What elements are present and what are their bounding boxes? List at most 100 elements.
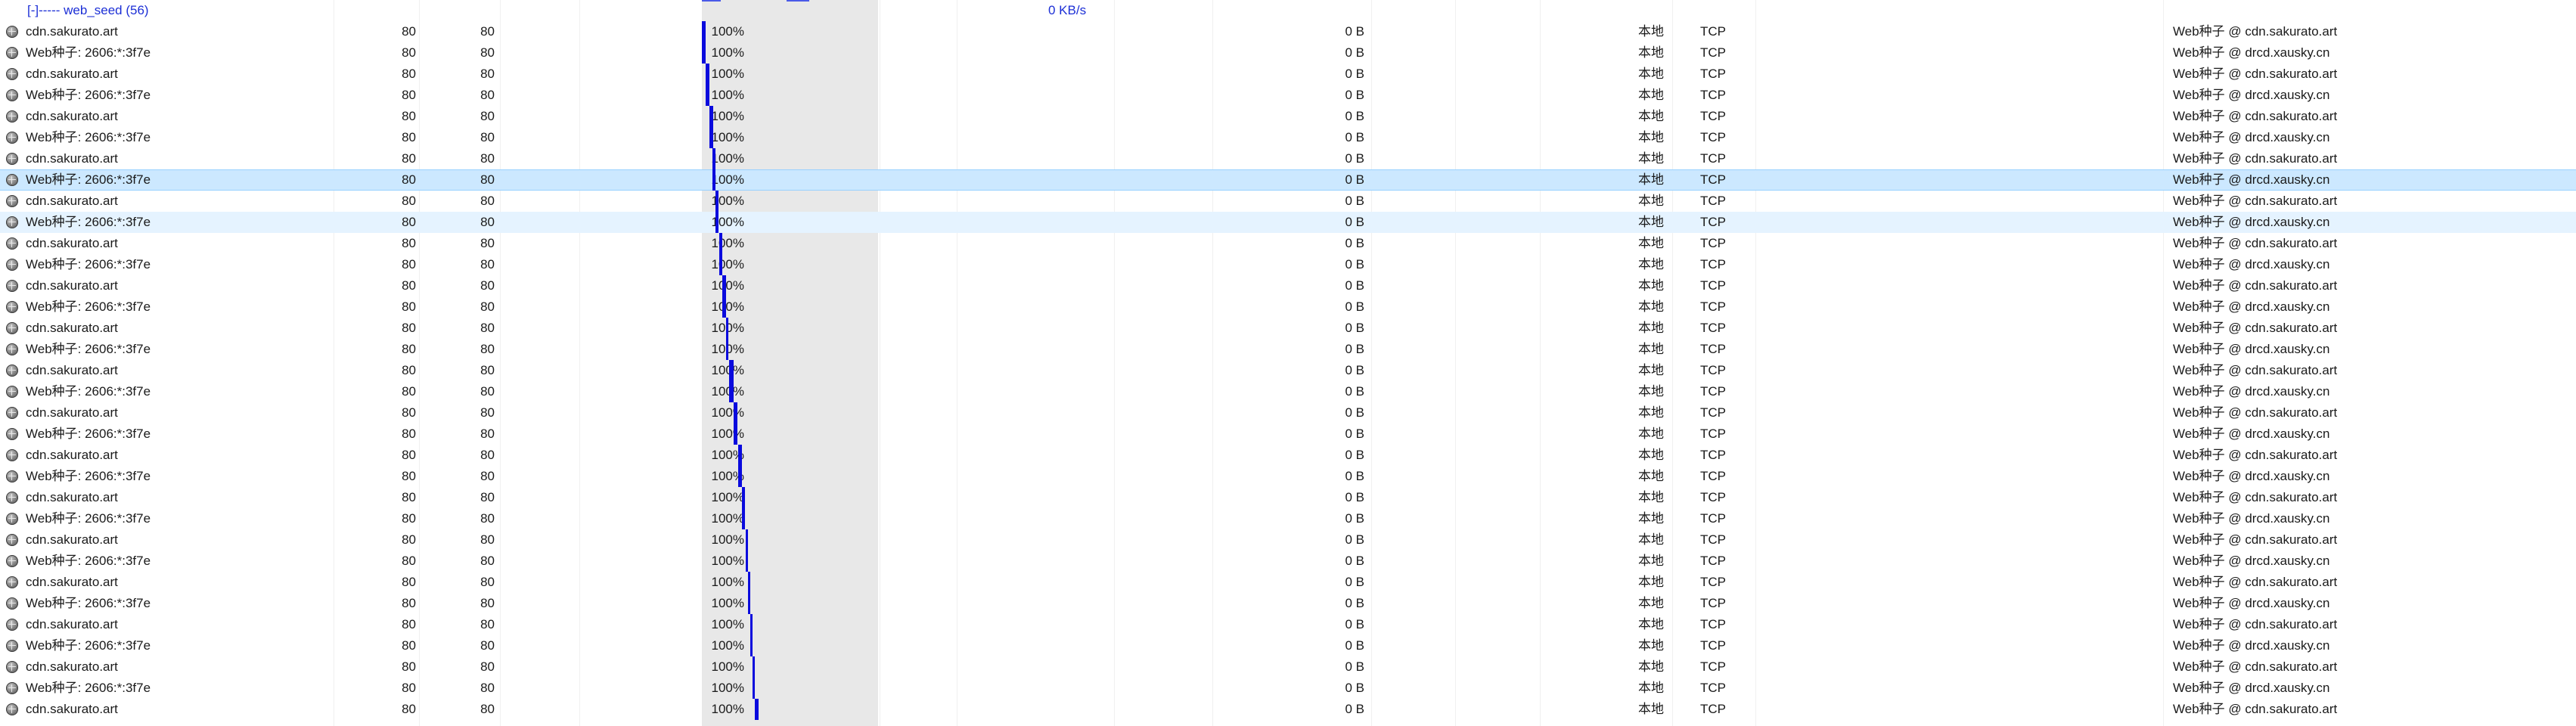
peer-downloaded: 0 B <box>1345 215 1364 229</box>
piece-availability-bar <box>729 381 734 402</box>
peer-row[interactable]: Web种子: 2606:*:3f7e8080100%0 B本地TCPWeb种子 … <box>0 296 2576 318</box>
peer-address: cdn.sakurato.art <box>26 490 118 504</box>
peer-row[interactable]: Web种子: 2606:*:3f7e8080100%0 B本地TCPWeb种子 … <box>0 127 2576 148</box>
peer-address: cdn.sakurato.art <box>26 617 118 631</box>
peer-protocol: TCP <box>1700 299 1726 314</box>
peer-row[interactable]: cdn.sakurato.art8080100%0 B本地TCPWeb种子 @ … <box>0 699 2576 720</box>
peer-progress: 100% <box>711 363 744 377</box>
peer-row[interactable]: cdn.sakurato.art8080100%0 B本地TCPWeb种子 @ … <box>0 318 2576 339</box>
peer-source: 本地 <box>1638 511 1664 526</box>
piece-availability-bar <box>753 678 755 699</box>
group-title[interactable]: [-]----- web_seed (56) <box>27 3 149 18</box>
peer-row[interactable]: Web种子: 2606:*:3f7e8080100%0 B本地TCPWeb种子 … <box>0 381 2576 402</box>
peer-progress: 100% <box>711 257 744 271</box>
peer-row[interactable]: cdn.sakurato.art8080100%0 B本地TCPWeb种子 @ … <box>0 191 2576 212</box>
peer-row[interactable]: Web种子: 2606:*:3f7e8080100%0 B本地TCPWeb种子 … <box>0 466 2576 487</box>
peer-row[interactable]: cdn.sakurato.art8080100%0 B本地TCPWeb种子 @ … <box>0 148 2576 169</box>
peer-row[interactable]: cdn.sakurato.art8080100%0 B本地TCPWeb种子 @ … <box>0 233 2576 254</box>
peer-row[interactable]: Web种子: 2606:*:3f7e8080100%0 B本地TCPWeb种子 … <box>0 339 2576 360</box>
globe-icon <box>6 301 18 313</box>
globe-icon <box>6 343 18 355</box>
peer-row[interactable]: Web种子: 2606:*:3f7e8080100%0 B本地TCPWeb种子 … <box>0 635 2576 656</box>
piece-availability-bar <box>741 508 746 529</box>
peer-client: Web种子 @ cdn.sakurato.art <box>2173 194 2338 208</box>
peer-port: 80 <box>402 257 416 271</box>
group-header-web-seed[interactable]: [-]----- web_seed (56) 0 KB/s <box>0 0 2576 21</box>
peer-source: 本地 <box>1638 194 1664 208</box>
peer-row[interactable]: cdn.sakurato.art8080100%0 B本地TCPWeb种子 @ … <box>0 21 2576 42</box>
peer-client: Web种子 @ cdn.sakurato.art <box>2173 236 2338 250</box>
peer-source: 本地 <box>1638 490 1664 504</box>
peer-row[interactable]: cdn.sakurato.art8080100%0 B本地TCPWeb种子 @ … <box>0 64 2576 85</box>
peer-local-port: 80 <box>480 702 495 716</box>
peer-local-port: 80 <box>480 194 495 208</box>
peer-address: cdn.sakurato.art <box>26 659 118 674</box>
peer-source: 本地 <box>1638 278 1664 293</box>
peer-local-port: 80 <box>480 427 495 441</box>
group-speed: 0 KB/s <box>1048 3 1087 17</box>
peer-progress: 100% <box>711 109 744 123</box>
peer-client: Web种子 @ drcd.xausky.cn <box>2173 172 2330 187</box>
peer-protocol: TCP <box>1700 427 1726 441</box>
peer-client: Web种子 @ cdn.sakurato.art <box>2173 532 2338 547</box>
peer-row[interactable]: cdn.sakurato.art8080100%0 B本地TCPWeb种子 @ … <box>0 656 2576 678</box>
peer-downloaded: 0 B <box>1345 469 1364 483</box>
piece-availability-bar <box>753 656 755 678</box>
peer-row[interactable]: Web种子: 2606:*:3f7e8080100%0 B本地TCPWeb种子 … <box>0 254 2576 275</box>
peer-downloaded: 0 B <box>1345 363 1364 377</box>
peer-row[interactable]: Web种子: 2606:*:3f7e8080100%0 B本地TCPWeb种子 … <box>0 678 2576 699</box>
globe-icon <box>6 89 18 101</box>
peer-source: 本地 <box>1638 596 1664 610</box>
peer-row[interactable]: Web种子: 2606:*:3f7e8080100%0 B本地TCPWeb种子 … <box>0 42 2576 64</box>
peer-row[interactable]: cdn.sakurato.art8080100%0 B本地TCPWeb种子 @ … <box>0 360 2576 381</box>
peer-row[interactable]: Web种子: 2606:*:3f7e8080100%0 B本地TCPWeb种子 … <box>0 85 2576 106</box>
globe-icon <box>6 470 18 482</box>
peer-downloaded: 0 B <box>1345 617 1364 631</box>
peer-row[interactable]: Web种子: 2606:*:3f7e8080100%0 B本地TCPWeb种子 … <box>0 508 2576 529</box>
peer-row[interactable]: cdn.sakurato.art8080100%0 B本地TCPWeb种子 @ … <box>0 487 2576 508</box>
peer-row[interactable]: cdn.sakurato.art8080100%0 B本地TCPWeb种子 @ … <box>0 402 2576 424</box>
peer-protocol: TCP <box>1700 511 1726 526</box>
peer-port: 80 <box>402 448 416 462</box>
peer-downloaded: 0 B <box>1345 342 1364 356</box>
peer-client: Web种子 @ drcd.xausky.cn <box>2173 384 2330 399</box>
piece-availability-bar <box>733 402 738 424</box>
peer-row[interactable]: Web种子: 2606:*:3f7e8080100%0 B本地TCPWeb种子 … <box>0 551 2576 572</box>
peer-port: 80 <box>402 130 416 144</box>
peer-local-port: 80 <box>480 88 495 102</box>
peer-client: Web种子 @ cdn.sakurato.art <box>2173 490 2338 504</box>
peer-row[interactable]: Web种子: 2606:*:3f7e8080100%0 B本地TCPWeb种子 … <box>0 424 2576 445</box>
peer-client: Web种子 @ cdn.sakurato.art <box>2173 67 2338 81</box>
peer-row[interactable]: cdn.sakurato.art8080100%0 B本地TCPWeb种子 @ … <box>0 529 2576 551</box>
peer-row[interactable]: cdn.sakurato.art8080100%0 B本地TCPWeb种子 @ … <box>0 275 2576 296</box>
peer-row[interactable]: cdn.sakurato.art8080100%0 B本地TCPWeb种子 @ … <box>0 614 2576 635</box>
globe-icon <box>6 534 18 546</box>
peer-row[interactable]: cdn.sakurato.art8080100%0 B本地TCPWeb种子 @ … <box>0 106 2576 127</box>
peer-port: 80 <box>402 109 416 123</box>
peer-row[interactable]: Web种子: 2606:*:3f7e8080100%0 B本地TCPWeb种子 … <box>0 212 2576 233</box>
peer-list-view[interactable]: [-]----- web_seed (56) 0 KB/s cdn.sakura… <box>0 0 2576 726</box>
peer-row[interactable]: Web种子: 2606:*:3f7e8080100%0 B本地TCPWeb种子 … <box>0 169 2576 191</box>
globe-icon <box>6 237 18 250</box>
peer-downloaded: 0 B <box>1345 511 1364 526</box>
peer-downloaded: 0 B <box>1345 321 1364 335</box>
globe-icon <box>6 259 18 271</box>
peer-source: 本地 <box>1638 384 1664 399</box>
peer-downloaded: 0 B <box>1345 109 1364 123</box>
piece-availability-bar <box>709 127 713 148</box>
globe-icon <box>6 492 18 504</box>
peer-row[interactable]: Web种子: 2606:*:3f7e8080100%0 B本地TCPWeb种子 … <box>0 593 2576 614</box>
piece-availability-bar <box>722 296 726 318</box>
peer-client: Web种子 @ cdn.sakurato.art <box>2173 575 2338 589</box>
piece-availability-bar <box>737 445 742 466</box>
peer-row[interactable]: cdn.sakurato.art8080100%0 B本地TCPWeb种子 @ … <box>0 445 2576 466</box>
peer-client: Web种子 @ cdn.sakurato.art <box>2173 151 2338 166</box>
peer-source: 本地 <box>1638 363 1664 377</box>
peer-row[interactable]: cdn.sakurato.art8080100%0 B本地TCPWeb种子 @ … <box>0 572 2576 593</box>
peer-local-port: 80 <box>480 236 495 250</box>
piece-availability-bar <box>746 529 749 551</box>
peer-port: 80 <box>402 427 416 441</box>
peer-source: 本地 <box>1638 321 1664 335</box>
piece-availability-bar <box>709 106 713 127</box>
peer-progress: 100% <box>711 130 744 144</box>
